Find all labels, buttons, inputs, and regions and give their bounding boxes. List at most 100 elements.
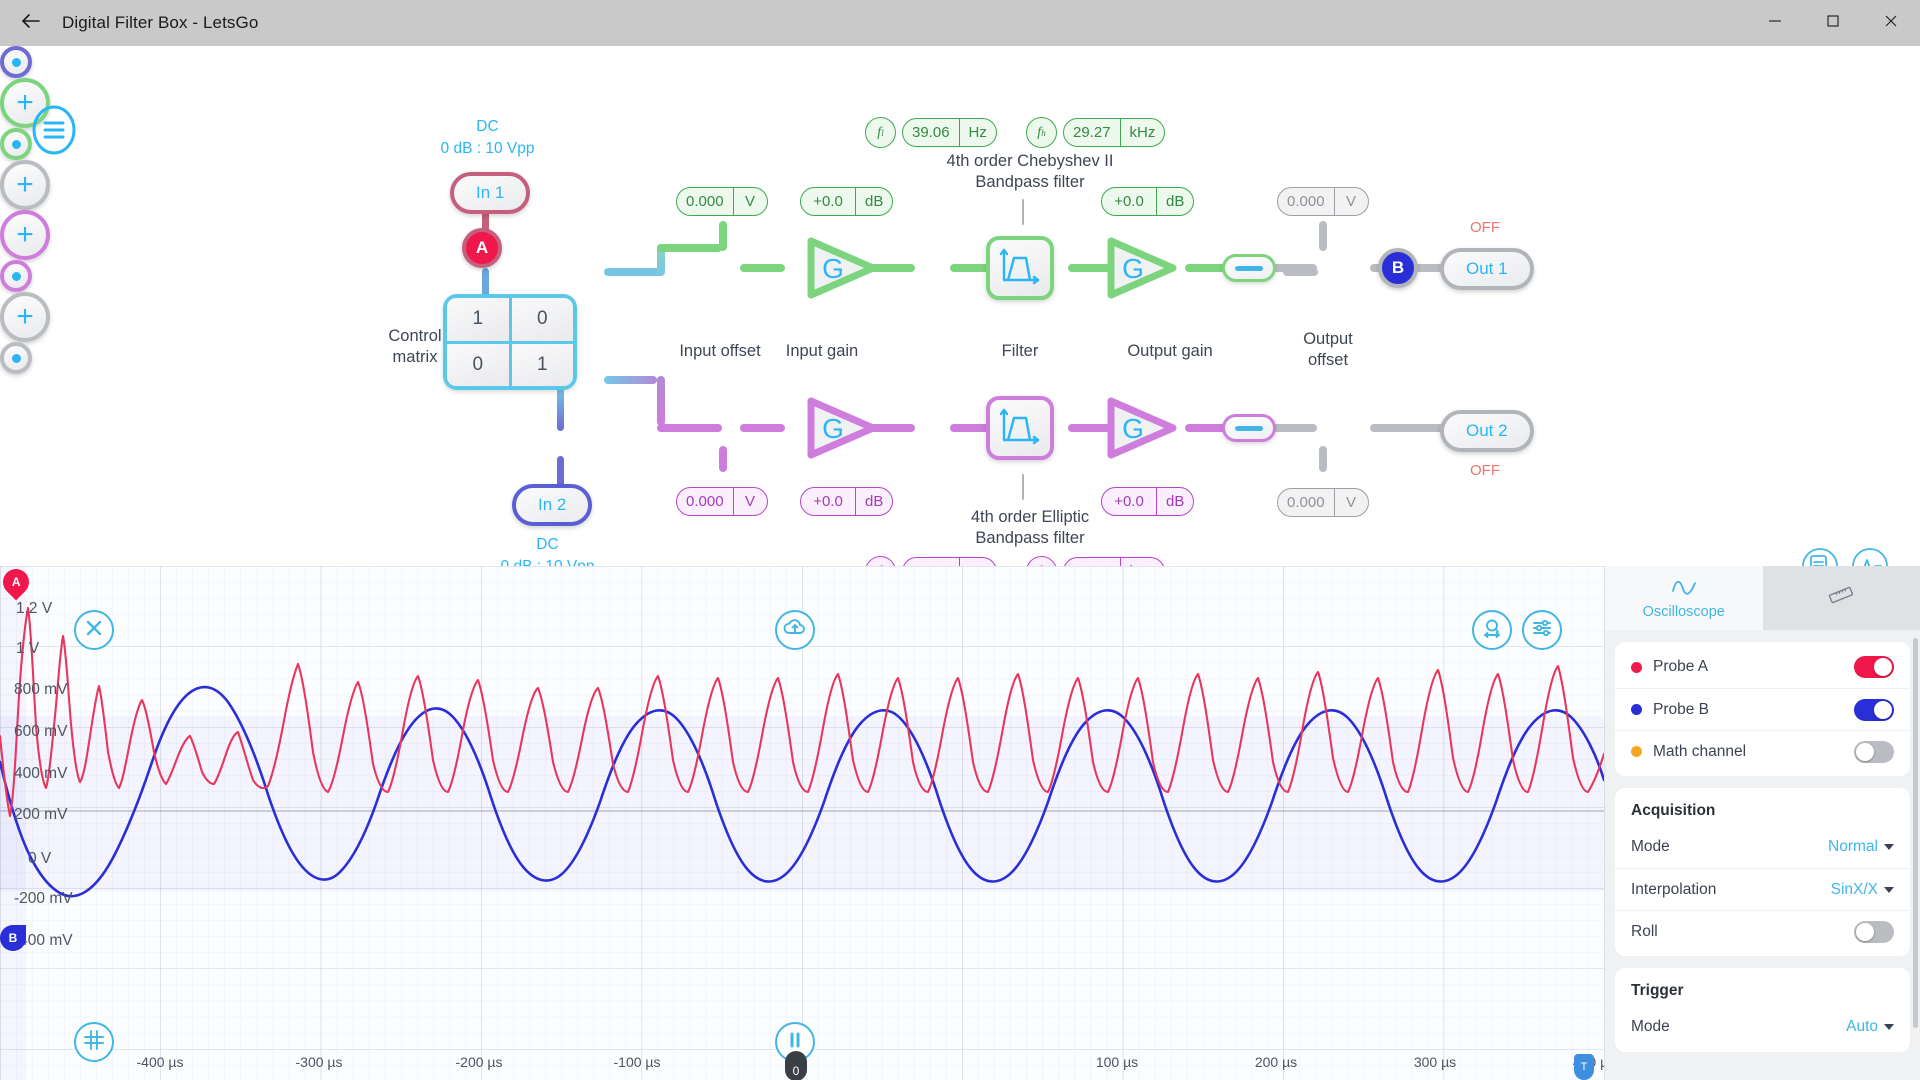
- x-label-5: 200 µs: [1254, 1054, 1298, 1070]
- trigger-mode-label: Mode: [1631, 1018, 1670, 1035]
- f-low-sub: l: [881, 127, 884, 138]
- matrix-cell-1-1[interactable]: 1: [511, 343, 573, 386]
- chain-a-input-offset-value[interactable]: 0.000 V: [676, 187, 768, 216]
- chain-a-input-gain-node[interactable]: G: [805, 236, 877, 300]
- wire-matrix-b-h: [604, 376, 657, 384]
- probe-b-marker-label: B: [8, 931, 18, 945]
- chain-b-output-offset-value[interactable]: 0.000 V: [1277, 488, 1369, 517]
- probe-b-marker[interactable]: B: [0, 925, 26, 951]
- chain-b-output-gain-node[interactable]: G: [1105, 396, 1177, 460]
- close-icon: [1884, 14, 1898, 33]
- interpolation-row[interactable]: Interpolation SinX/X: [1615, 868, 1910, 910]
- unit: V: [732, 488, 767, 515]
- maximize-button[interactable]: [1804, 0, 1862, 46]
- chain-a-output-offset-value[interactable]: 0.000 V: [1277, 187, 1369, 216]
- trigger-title: Trigger: [1631, 982, 1684, 999]
- unit: kHz: [1119, 119, 1165, 146]
- input-gain-label: Input gain: [785, 342, 859, 360]
- chain-b-mute-node[interactable]: [1222, 414, 1276, 442]
- output-1-button[interactable]: Out 1: [1440, 248, 1534, 290]
- chain-a-output-gain-value[interactable]: +0.0 dB: [1101, 187, 1195, 216]
- chain-b-input-offset-node[interactable]: +: [0, 210, 50, 260]
- matrix-cell-0-1[interactable]: 0: [511, 298, 573, 341]
- acquisition-mode-row[interactable]: Mode Normal: [1615, 826, 1910, 868]
- trigger-mode-value-group[interactable]: Auto: [1846, 1018, 1894, 1036]
- chain-b-probe-tap[interactable]: [0, 260, 32, 292]
- chain-a-output-offset-node[interactable]: +: [0, 160, 50, 210]
- out1-state-label: OFF: [1470, 219, 1500, 236]
- chain-a-f-high-value[interactable]: 29.27 kHz: [1063, 118, 1166, 147]
- chain-b-out-tap[interactable]: [0, 342, 32, 374]
- x-label-4: 100 µs: [1095, 1054, 1139, 1070]
- chevron-down-icon: [1884, 844, 1894, 850]
- filter-desc-line1: 4th order Chebyshev II: [946, 152, 1114, 170]
- time-zero-handle[interactable]: 0: [785, 1051, 807, 1080]
- chain-b-filter-node[interactable]: [986, 396, 1054, 460]
- channel-row-probe-a[interactable]: Probe A: [1615, 646, 1910, 688]
- menu-button[interactable]: [28, 104, 80, 156]
- svg-text:G: G: [1122, 253, 1144, 284]
- chevron-down-icon: [1884, 1024, 1894, 1030]
- wire-b-1: [740, 424, 785, 432]
- control-matrix[interactable]: 1 0 0 1: [443, 294, 577, 390]
- probe-b-badge[interactable]: B: [1378, 248, 1418, 288]
- chain-b-output-gain-value[interactable]: +0.0 dB: [1101, 487, 1195, 516]
- input-1-button[interactable]: In 1: [450, 172, 531, 214]
- chain-a-filter-node[interactable]: [986, 236, 1054, 300]
- probe-a-badge[interactable]: A: [462, 228, 502, 268]
- probe-a-toggle[interactable]: [1854, 656, 1894, 678]
- chain-b-input-gain-node[interactable]: G: [805, 396, 877, 460]
- oscilloscope-plot-area[interactable]: 1.2 V 1 V 800 mV 600 mV 400 mV 200 mV 0 …: [0, 566, 1604, 1080]
- interpolation-value-group[interactable]: SinX/X: [1831, 881, 1894, 899]
- roll-toggle[interactable]: [1854, 920, 1894, 943]
- x-label-2: -200 µs: [455, 1054, 503, 1070]
- panel-scrollbar[interactable]: [1913, 638, 1918, 1028]
- minimize-button[interactable]: [1746, 0, 1804, 46]
- chain-a-output-gain-node[interactable]: G: [1105, 236, 1177, 300]
- value: +0.0: [1114, 193, 1144, 210]
- in1-coupling: DC 0 dB : 10 Vpp: [420, 116, 555, 161]
- svg-text:G: G: [822, 253, 844, 284]
- scope-zoom-button[interactable]: [1472, 610, 1512, 650]
- ruler-icon: [1827, 584, 1855, 610]
- y-label-1: 1 V: [16, 640, 40, 657]
- probe-b-color-dot: [1631, 704, 1642, 715]
- chain-b-output-offset-node[interactable]: +: [0, 292, 50, 342]
- scope-upload-button[interactable]: [775, 610, 815, 650]
- chain-a-f-low-value[interactable]: 39.06 Hz: [902, 118, 997, 147]
- channel-row-probe-b[interactable]: Probe B: [1615, 688, 1910, 730]
- probe-b-toggle[interactable]: [1854, 698, 1894, 721]
- scope-close-button[interactable]: [74, 610, 114, 650]
- tab-oscilloscope[interactable]: Oscilloscope: [1605, 566, 1763, 630]
- value: +0.0: [813, 193, 843, 210]
- trigger-handle[interactable]: T: [1574, 1054, 1594, 1080]
- channel-row-math[interactable]: Math channel: [1615, 730, 1910, 772]
- chain-b-input-offset-value[interactable]: 0.000 V: [676, 487, 768, 516]
- acquisition-mode-value-group[interactable]: Normal: [1828, 838, 1894, 856]
- interpolation-label: Interpolation: [1631, 880, 1717, 898]
- unit: V: [1333, 188, 1368, 215]
- f-high-sub: h: [1041, 127, 1046, 138]
- value: 29.27: [1073, 124, 1111, 141]
- output-gain-label: Output gain: [1127, 342, 1213, 360]
- scope-settings-button[interactable]: [1522, 610, 1562, 650]
- trigger-mode-row[interactable]: Mode Auto: [1615, 1006, 1910, 1048]
- roll-row[interactable]: Roll: [1615, 910, 1910, 952]
- chain-a-mute-node[interactable]: [1222, 254, 1276, 282]
- scope-grid-button[interactable]: [74, 1022, 114, 1062]
- probe-a-label: Probe A: [1653, 658, 1709, 675]
- matrix-cell-0-0[interactable]: 1: [447, 298, 509, 341]
- back-button[interactable]: [0, 0, 62, 46]
- in1-coupling-text: DC: [476, 118, 499, 135]
- close-button[interactable]: [1862, 0, 1920, 46]
- math-channel-toggle[interactable]: [1854, 740, 1894, 763]
- tab-measurements[interactable]: [1762, 566, 1920, 630]
- y-label-2: 800 mV: [14, 681, 68, 698]
- tab-oscilloscope-label: Oscilloscope: [1642, 604, 1725, 620]
- out2-state-label: OFF: [1470, 462, 1500, 479]
- in2-tap-node[interactable]: [0, 46, 32, 78]
- matrix-cell-1-0[interactable]: 0: [447, 343, 509, 386]
- input-2-button[interactable]: In 2: [512, 484, 593, 526]
- filter-desc-line2: Bandpass filter: [975, 529, 1085, 548]
- output-2-button[interactable]: Out 2: [1440, 410, 1534, 452]
